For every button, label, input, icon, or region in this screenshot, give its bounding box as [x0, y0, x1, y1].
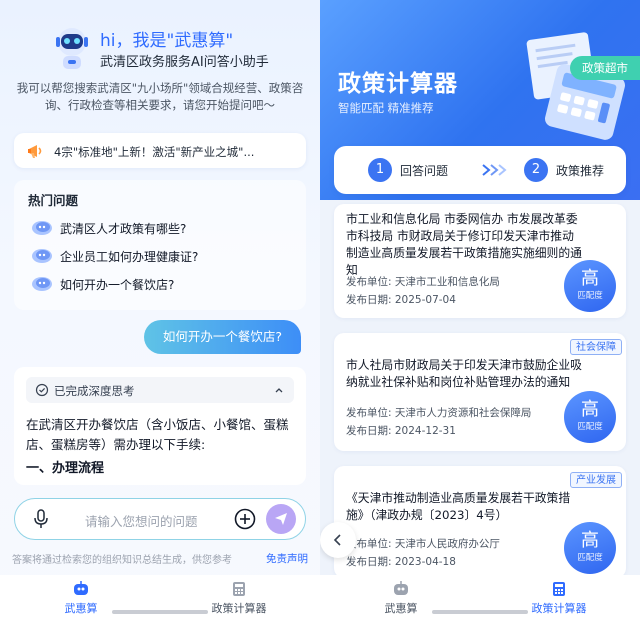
policy-unit: 发布单位: 天津市人民政府办公厅 [346, 538, 500, 550]
home-indicator [112, 610, 208, 614]
assistant-subtitle: 武清区政务服务AI问答小助手 [100, 55, 269, 70]
home-indicator [432, 610, 528, 614]
match-badge: 高 匹配度 [564, 522, 616, 574]
user-message-bubble: 如何开办一个餐饮店? [144, 320, 301, 354]
news-banner[interactable]: 4宗"标准地"上新！激活"新产业之城"... [14, 133, 306, 168]
plus-circle-icon[interactable] [234, 508, 256, 530]
policy-title: 市人社局市财政局关于印发天津市鼓励企业吸纳就业社保补贴和岗位补贴管理办法的通知 [346, 358, 582, 389]
step-number: 2 [524, 158, 548, 182]
check-circle-icon [35, 383, 49, 397]
chevron-left-icon [333, 534, 341, 546]
steps-bar: 1 回答问题 2 政策推荐 [334, 146, 626, 194]
double-chevron-right-icon [482, 164, 507, 176]
policy-category-tag: 社会保障 [570, 339, 622, 355]
match-label: 匹配度 [577, 553, 603, 563]
policy-market-button[interactable]: 政策超市 [570, 56, 640, 80]
calculator-tab-icon [553, 582, 565, 596]
chevron-up-icon [275, 388, 283, 393]
question-input-bar[interactable]: 请输入您想问的问题 [14, 498, 306, 540]
hot-question-text: 企业员工如何办理健康证? [60, 250, 199, 264]
policy-card[interactable]: 市工业和信息化局 市委网信办 市发展改革委 市科技局 市财政局关于修订印发天津市… [334, 204, 626, 318]
match-label: 匹配度 [577, 422, 603, 432]
robot-tab-icon [74, 581, 88, 595]
match-badge: 高 匹配度 [564, 260, 616, 312]
policy-category-tag: 产业发展 [570, 472, 622, 488]
hot-question-item[interactable]: 武清区人才政策有哪些? [24, 214, 294, 242]
match-label: 匹配度 [577, 291, 603, 301]
greeting-title: hi，我是"武惠算" [100, 31, 234, 51]
intro-text: 我可以帮您搜索武清区"九小场所"领域合规经营、政策咨询、行政检查等相关要求，请您… [16, 81, 304, 112]
page-subtitle: 智能匹配 精准推荐 [338, 101, 434, 115]
hot-question-text: 如何开办一个餐饮店? [60, 278, 175, 292]
hot-questions-title: 热门问题 [28, 193, 79, 208]
send-button[interactable] [266, 504, 296, 534]
question-input-placeholder[interactable]: 请输入您想问的问题 [85, 511, 198, 530]
step-label[interactable]: 回答问题 [400, 162, 448, 179]
policy-date: 发布日期: 2023-04-18 [346, 556, 456, 568]
step-label[interactable]: 政策推荐 [556, 162, 604, 179]
policy-title: 市工业和信息化局 市委网信办 市发展改革委 市科技局 市财政局关于修订印发天津市… [346, 212, 582, 277]
hot-questions-panel: 热门问题 武清区人才政策有哪些? 企业员工如何办理健康证? 如何开办一个餐饮店? [14, 180, 306, 310]
tab-label: 政策计算器 [531, 602, 587, 615]
answer-heading: 一、办理流程 [26, 461, 105, 476]
match-level: 高 [581, 399, 599, 420]
news-text: 4宗"标准地"上新！激活"新产业之城"... [54, 145, 255, 159]
page-title: 政策计算器 [338, 71, 458, 97]
match-level: 高 [581, 530, 599, 551]
deep-thinking-toggle[interactable]: 已完成深度思考 [26, 377, 294, 403]
hot-question-text: 武清区人才政策有哪些? [60, 222, 187, 236]
robot-mascot-icon [56, 28, 88, 69]
step-number: 1 [368, 158, 392, 182]
policy-date: 发布日期: 2025-07-04 [346, 294, 456, 306]
question-bubble-icon [32, 249, 52, 263]
tab-label: 政策计算器 [211, 602, 267, 615]
megaphone-icon [28, 145, 42, 158]
ai-assistant-screen: hi，我是"武惠算" 武清区政务服务AI问答小助手 我可以帮您搜索武清区"九小场… [0, 0, 320, 618]
policy-card[interactable]: 产业发展 《天津市推动制造业高质量发展若干政策措施》（津政办规〔2023〕4号）… [334, 466, 626, 578]
hot-question-item[interactable]: 企业员工如何办理健康证? [24, 242, 294, 270]
send-icon [275, 513, 287, 525]
microphone-icon[interactable] [32, 509, 50, 529]
answer-card: 已完成深度思考 在武清区开办餐饮店（含小饭店、小餐馆、蛋糕店、蛋糕房等）需办理以… [14, 367, 306, 485]
policy-unit: 发布单位: 天津市人力资源和社会保障局 [346, 407, 532, 419]
answer-text: 在武清区开办餐饮店（含小饭店、小餐馆、蛋糕店、蛋糕房等）需办理以下手续: [26, 417, 289, 452]
hot-question-item[interactable]: 如何开办一个餐饮店? [24, 270, 294, 298]
robot-tab-icon [394, 581, 408, 595]
match-level: 高 [581, 268, 599, 289]
policy-unit: 发布单位: 天津市工业和信息化局 [346, 276, 500, 288]
calculator-illustration [526, 32, 626, 140]
policy-card[interactable]: 社会保障 市人社局市财政局关于印发天津市鼓励企业吸纳就业社保补贴和岗位补贴管理办… [334, 333, 626, 451]
calculator-tab-icon [233, 582, 245, 596]
deep-thinking-label: 已完成深度思考 [54, 384, 135, 398]
question-bubble-icon [32, 277, 52, 291]
disclaimer-text: 答案将通过检索您的组织知识总结生成，供您参考 [12, 555, 232, 566]
back-button[interactable] [320, 522, 356, 558]
disclaimer-link[interactable]: 免责声明 [266, 551, 308, 566]
question-bubble-icon [32, 221, 52, 235]
match-badge: 高 匹配度 [564, 391, 616, 443]
policy-calculator-screen: 政策计算器 智能匹配 精准推荐 政策超市 1 回答问题 2 政策推荐 市工业和信… [320, 0, 640, 618]
policy-date: 发布日期: 2024-12-31 [346, 425, 456, 437]
policy-title: 《天津市推动制造业高质量发展若干政策措施》（津政办规〔2023〕4号） [346, 491, 571, 522]
